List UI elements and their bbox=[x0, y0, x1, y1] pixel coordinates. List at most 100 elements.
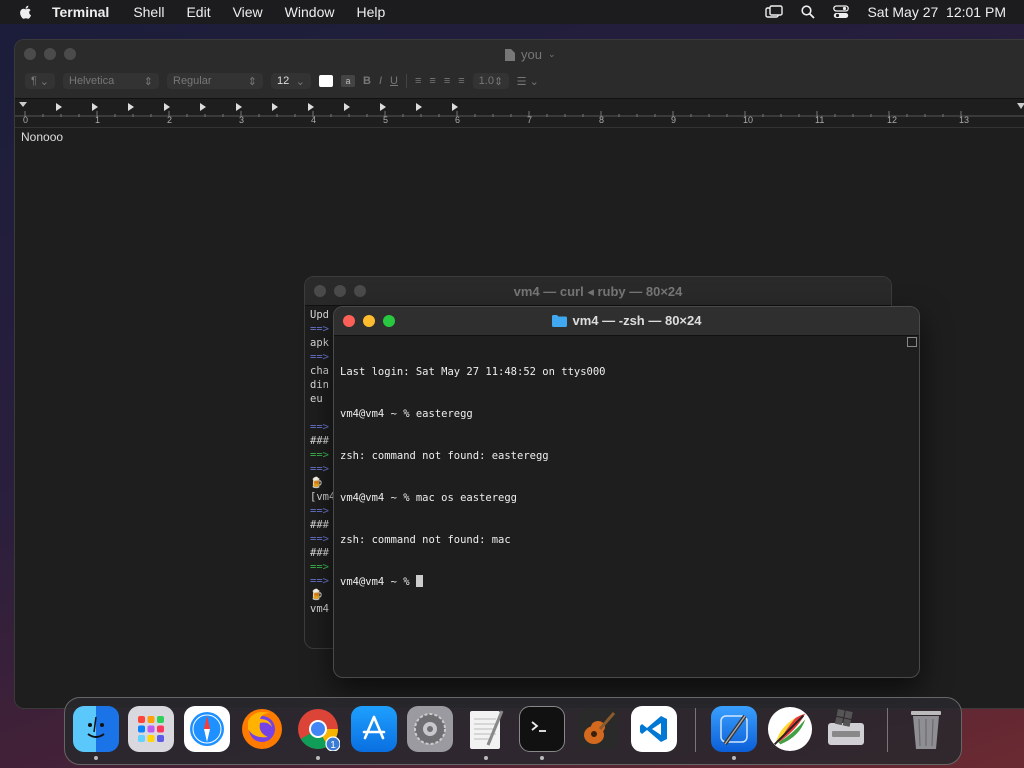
terminal-title: vm4 — -zsh — 80×24 bbox=[572, 313, 702, 328]
ruler-number: 5 bbox=[383, 115, 389, 125]
notification-badge: 1 bbox=[330, 740, 336, 751]
spotlight-search-icon[interactable] bbox=[801, 5, 816, 19]
garageband-icon[interactable] bbox=[575, 706, 621, 752]
ruler[interactable]: 0 1 2 3 4 5 6 7 8 9 10 11 12 13 bbox=[15, 99, 1024, 128]
terminal-line: ==> bbox=[310, 323, 329, 335]
align-right-icon[interactable]: ≡ bbox=[444, 75, 450, 87]
terminal-line: 🍺 bbox=[310, 477, 324, 489]
paragraph-style-popup[interactable]: ¶ ⌄ bbox=[25, 73, 55, 89]
toolbar-divider bbox=[405, 74, 407, 88]
chevron-down-icon[interactable]: ⌄ bbox=[548, 49, 556, 60]
tab-stop-marker bbox=[56, 103, 62, 111]
terminal-line: vm4@vm4 ~ % mac os easteregg bbox=[340, 492, 518, 504]
terminal-output[interactable]: Last login: Sat May 27 11:48:52 on ttys0… bbox=[340, 337, 606, 617]
vscode-icon[interactable] bbox=[631, 706, 677, 752]
boot-camp-assistant-icon[interactable] bbox=[823, 706, 869, 752]
ruler-number: 7 bbox=[527, 115, 533, 125]
terminal-line: vm4 bbox=[310, 603, 329, 615]
xcode-icon[interactable] bbox=[711, 706, 757, 752]
text-color-well[interactable] bbox=[319, 75, 333, 87]
color-picker-icon[interactable] bbox=[767, 706, 813, 752]
running-indicator bbox=[540, 756, 544, 760]
italic-button[interactable]: I bbox=[379, 75, 382, 87]
ruler-number: 10 bbox=[743, 115, 754, 125]
apple-menu-icon[interactable] bbox=[18, 4, 34, 20]
tab-stop-marker bbox=[416, 103, 422, 111]
terminal-titlebar: vm4 — -zsh — 80×24 bbox=[334, 307, 919, 336]
list-bullets-icon[interactable]: ☰ ⌄ bbox=[517, 75, 539, 88]
terminal-line: ==> bbox=[310, 575, 329, 587]
terminal-line: ### bbox=[310, 547, 329, 559]
terminal-line: ==> bbox=[310, 505, 329, 517]
ruler-number: 6 bbox=[455, 115, 461, 125]
terminal-line: eu bbox=[310, 393, 323, 405]
font-family-popup[interactable]: Helvetica ⇕ bbox=[63, 73, 159, 89]
control-center-icon[interactable] bbox=[833, 5, 850, 19]
menu-view[interactable]: View bbox=[233, 4, 263, 20]
menu-help[interactable]: Help bbox=[356, 4, 385, 20]
scroll-marker-icon[interactable] bbox=[907, 337, 917, 347]
terminal-icon[interactable] bbox=[519, 706, 565, 752]
firefox-icon[interactable] bbox=[239, 706, 285, 752]
terminal-line: Upd bbox=[310, 309, 329, 321]
ruler-number: 8 bbox=[599, 115, 605, 125]
safari-icon[interactable] bbox=[184, 706, 230, 752]
close-button[interactable] bbox=[24, 48, 36, 60]
launchpad-icon[interactable] bbox=[128, 706, 174, 752]
tab-stop-marker bbox=[344, 103, 350, 111]
underline-button[interactable]: U bbox=[390, 75, 398, 87]
window-title: you bbox=[521, 47, 542, 62]
terminal-line: ==> bbox=[310, 351, 329, 363]
terminal-line: cha bbox=[310, 365, 329, 377]
terminal-line: [vm4 bbox=[310, 491, 336, 503]
menu-shell[interactable]: Shell bbox=[133, 4, 164, 20]
font-size-field[interactable]: 12 ⌄ bbox=[271, 73, 311, 89]
line-spacing-popup[interactable]: 1.0 ⇕ bbox=[472, 73, 509, 89]
tab-stop-marker bbox=[92, 103, 98, 111]
running-indicator bbox=[316, 756, 320, 760]
ruler-number: 0 bbox=[23, 115, 29, 125]
terminal-line: ==> bbox=[310, 421, 329, 433]
ruler-number: 2 bbox=[167, 115, 173, 125]
zoom-button[interactable] bbox=[64, 48, 76, 60]
highlight-color-icon[interactable]: a bbox=[341, 75, 355, 87]
terminal-prompt: vm4@vm4 ~ % bbox=[340, 576, 416, 588]
terminal-line: ==> bbox=[310, 449, 329, 461]
ruler-number: 12 bbox=[887, 115, 898, 125]
font-style-popup[interactable]: Regular ⇕ bbox=[167, 73, 263, 89]
trash-icon[interactable] bbox=[903, 706, 949, 752]
menu-app-name[interactable]: Terminal bbox=[52, 4, 109, 20]
menu-window[interactable]: Window bbox=[285, 4, 335, 20]
menu-clock[interactable]: Sat May 27 12:01 PM bbox=[867, 4, 1006, 20]
dock-divider bbox=[695, 708, 696, 752]
running-indicator bbox=[94, 756, 98, 760]
document-icon bbox=[505, 48, 515, 61]
bold-button[interactable]: B bbox=[363, 75, 371, 87]
system-settings-icon[interactable] bbox=[407, 706, 453, 752]
menu-bar: Terminal Shell Edit View Window Help Sat… bbox=[0, 0, 1024, 24]
document-text[interactable]: Nonooo bbox=[21, 130, 63, 144]
align-center-icon[interactable]: ≡ bbox=[429, 75, 435, 87]
justify-icon[interactable]: ≡ bbox=[458, 75, 464, 87]
terminal-back-title: vm4 — curl ◂ ruby — 80×24 bbox=[513, 284, 683, 299]
ruler-number: 3 bbox=[239, 115, 245, 125]
tab-stop-marker bbox=[128, 103, 134, 111]
align-left-icon[interactable]: ≡ bbox=[415, 75, 421, 87]
terminal-line: vm4@vm4 ~ % easteregg bbox=[340, 408, 473, 420]
terminal-back-output: Upd ==> apk ==> cha din eu ==> ### ==> ==> 🍺 [vm4 ==… bbox=[310, 308, 335, 616]
chrome-icon[interactable]: 1 bbox=[295, 706, 341, 752]
textedit-icon[interactable] bbox=[463, 706, 509, 752]
text-cursor bbox=[415, 575, 423, 587]
terminal-line: din bbox=[310, 379, 329, 391]
tab-stop-marker bbox=[200, 103, 206, 111]
finder-icon[interactable] bbox=[73, 706, 119, 752]
screen-mirroring-icon[interactable] bbox=[765, 5, 784, 19]
menu-edit[interactable]: Edit bbox=[186, 4, 210, 20]
ruler-number: 11 bbox=[815, 115, 825, 125]
minimize-button[interactable] bbox=[44, 48, 56, 60]
app-store-icon[interactable] bbox=[351, 706, 397, 752]
terminal-line: ==> bbox=[310, 463, 329, 475]
terminal-line: ### bbox=[310, 435, 329, 447]
terminal-window[interactable]: vm4 — -zsh — 80×24 Last login: Sat May 2… bbox=[333, 306, 920, 678]
